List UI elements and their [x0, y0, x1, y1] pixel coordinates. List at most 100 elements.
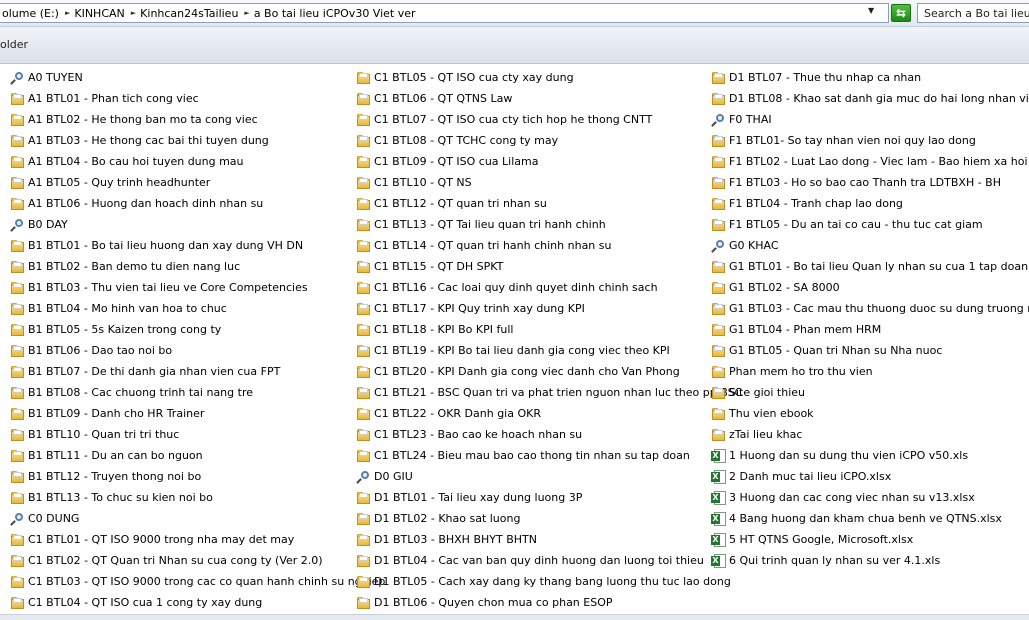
folder-item[interactable]: F1 BTL04 - Tranh chap lao dong: [711, 193, 1029, 214]
file-item[interactable]: X2 Danh muc tai lieu iCPO.xlsx: [711, 466, 1029, 487]
folder-icon: [10, 449, 26, 463]
file-item[interactable]: X6 Qui trinh quan ly nhan su ver 4.1.xls: [711, 550, 1029, 571]
folder-item[interactable]: C1 BTL05 - QT ISO cua cty xay dung: [356, 67, 711, 88]
folder-item[interactable]: G1 BTL03 - Cac mau thu thuong duoc su du…: [711, 298, 1029, 319]
breadcrumb-separator-icon[interactable]: ►: [63, 9, 72, 17]
file-item[interactable]: X3 Huong dan cac cong viec nhan su v13.x…: [711, 487, 1029, 508]
folder-item[interactable]: C1 BTL02 - QT Quan tri Nhan su cua cong …: [10, 550, 365, 571]
breadcrumb-separator-icon[interactable]: ►: [242, 9, 251, 17]
folder-item[interactable]: D1 BTL05 - Cach xay dang ky thang bang l…: [356, 571, 731, 592]
folder-item[interactable]: C1 BTL21 - BSC Quan tri va phat trien ng…: [356, 382, 742, 403]
folder-item[interactable]: F1 BTL02 - Luat Lao dong - Viec lam - Ba…: [711, 151, 1029, 172]
folder-item[interactable]: B1 BTL06 - Dao tao noi bo: [10, 340, 365, 361]
folder-item[interactable]: B1 BTL01 - Bo tai lieu huong dan xay dun…: [10, 235, 365, 256]
breadcrumb-current-folder[interactable]: a Bo tai lieu iCPOv30 Viet ver: [252, 7, 420, 20]
folder-item[interactable]: B1 BTL07 - De thi danh gia nhan vien cua…: [10, 361, 365, 382]
folder-item[interactable]: D1 BTL08 - Khao sat danh gia muc do hai …: [711, 88, 1029, 109]
folder-item[interactable]: D1 BTL06 - Quyen chon mua co phan ESOP: [356, 592, 711, 613]
item-label: C1 BTL10 - QT NS: [374, 176, 472, 189]
folder-item[interactable]: C1 BTL04 - QT ISO cua 1 cong ty xay dung: [10, 592, 365, 613]
folder-item[interactable]: C1 BTL03 - QT ISO 9000 trong cac co quan…: [10, 571, 385, 592]
folder-item[interactable]: B1 BTL10 - Quan tri tri thuc: [10, 424, 365, 445]
folder-item[interactable]: A1 BTL01 - Phan tich cong viec: [10, 88, 365, 109]
folder-item[interactable]: G1 BTL01 - Bo tai lieu Quan ly nhan su c…: [711, 256, 1029, 277]
folder-item[interactable]: A1 BTL04 - Bo cau hoi tuyen dung mau: [10, 151, 365, 172]
folder-item[interactable]: C1 BTL18 - KPI Bo KPI full: [356, 319, 711, 340]
folder-item[interactable]: B1 BTL09 - Danh cho HR Trainer: [10, 403, 365, 424]
folder-item[interactable]: F1 BTL05 - Du an tai co cau - thu tuc ca…: [711, 214, 1029, 235]
refresh-button[interactable]: ⇆: [891, 4, 911, 22]
folder-item[interactable]: A1 BTL03 - He thong cac bai thi tuyen du…: [10, 130, 365, 151]
folder-item[interactable]: D1 BTL01 - Tai lieu xay dung luong 3P: [356, 487, 711, 508]
file-item[interactable]: X5 HT QTNS Google, Microsoft.xlsx: [711, 529, 1029, 550]
folder-item[interactable]: C1 BTL06 - QT QTNS Law: [356, 88, 711, 109]
folder-item[interactable]: C0 DUNG: [10, 508, 365, 529]
folder-item[interactable]: C1 BTL22 - OKR Danh gia OKR: [356, 403, 711, 424]
folder-item[interactable]: G1 BTL04 - Phan mem HRM: [711, 319, 1029, 340]
folder-item[interactable]: B1 BTL05 - 5s Kaizen trong cong ty: [10, 319, 365, 340]
folder-item[interactable]: C1 BTL12 - QT quan tri nhan su: [356, 193, 711, 214]
folder-item[interactable]: C1 BTL14 - QT quan tri hanh chinh nhan s…: [356, 235, 711, 256]
folder-item[interactable]: C1 BTL01 - QT ISO 9000 trong nha may det…: [10, 529, 365, 550]
folder-item[interactable]: D1 BTL07 - Thue thu nhap ca nhan: [711, 67, 1029, 88]
folder-item[interactable]: B0 DAY: [10, 214, 365, 235]
folder-item[interactable]: C1 BTL09 - QT ISO cua Lilama: [356, 151, 711, 172]
folder-item[interactable]: C1 BTL13 - QT Tai lieu quan tri hanh chi…: [356, 214, 711, 235]
folder-item[interactable]: F0 THAI: [711, 109, 1029, 130]
item-label: C1 BTL08 - QT TCHC cong ty may: [374, 134, 559, 147]
item-label: A1 BTL02 - He thong ban mo ta cong viec: [28, 113, 258, 126]
folder-item[interactable]: B1 BTL11 - Du an can bo nguon: [10, 445, 365, 466]
breadcrumb[interactable]: olume (E:) ► KINHCAN ► Kinhcan24sTailieu…: [0, 3, 889, 23]
folder-item[interactable]: C1 BTL17 - KPI Quy trinh xay dung KPI: [356, 298, 711, 319]
file-item[interactable]: X1 Huong dan su dung thu vien iCPO v50.x…: [711, 445, 1029, 466]
folder-item[interactable]: D1 BTL03 - BHXH BHYT BHTN: [356, 529, 711, 550]
folder-item[interactable]: Thu vien ebook: [711, 403, 1029, 424]
folder-item[interactable]: D0 GIU: [356, 466, 711, 487]
folder-item[interactable]: A1 BTL06 - Huong dan hoach dinh nhan su: [10, 193, 365, 214]
item-label: 4 Bang huong dan kham chua benh ve QTNS.…: [729, 512, 1002, 525]
folder-item[interactable]: C1 BTL15 - QT DH SPKT: [356, 256, 711, 277]
folder-item[interactable]: B1 BTL02 - Ban demo tu dien nang luc: [10, 256, 365, 277]
folder-item[interactable]: D1 BTL04 - Cac van ban quy dinh huong da…: [356, 550, 711, 571]
folder-item[interactable]: C1 BTL07 - QT ISO cua cty tich hop he th…: [356, 109, 711, 130]
folder-item[interactable]: Phan mem ho tro thu vien: [711, 361, 1029, 382]
folder-item[interactable]: C1 BTL23 - Bao cao ke hoach nhan su: [356, 424, 711, 445]
search-input[interactable]: Search a Bo tai lieu iCPO: [917, 3, 1029, 23]
folder-item[interactable]: C1 BTL16 - Cac loai quy dinh quyet dinh …: [356, 277, 711, 298]
folder-item[interactable]: C1 BTL20 - KPI Danh gia cong viec danh c…: [356, 361, 711, 382]
folder-item[interactable]: C1 BTL24 - Bieu mau bao cao thong tin nh…: [356, 445, 711, 466]
folder-item[interactable]: F1 BTL03 - Ho so bao cao Thanh tra LDTBX…: [711, 172, 1029, 193]
new-folder-button[interactable]: older: [0, 38, 28, 51]
breadcrumb-drive[interactable]: olume (E:): [0, 7, 63, 20]
folder-item[interactable]: C1 BTL08 - QT TCHC cong ty may: [356, 130, 711, 151]
folder-item[interactable]: B1 BTL08 - Cac chuong trinh tai nang tre: [10, 382, 365, 403]
folder-item[interactable]: A1 BTL02 - He thong ban mo ta cong viec: [10, 109, 365, 130]
breadcrumb-separator-icon[interactable]: ►: [129, 9, 138, 17]
folder-item[interactable]: B1 BTL04 - Mo hinh van hoa to chuc: [10, 298, 365, 319]
folder-icon: [356, 428, 372, 442]
folder-item[interactable]: B1 BTL13 - To chuc su kien noi bo: [10, 487, 365, 508]
folder-item[interactable]: C1 BTL10 - QT NS: [356, 172, 711, 193]
breadcrumb-kinhcan[interactable]: KINHCAN: [72, 7, 128, 20]
folder-item[interactable]: zTai lieu khac: [711, 424, 1029, 445]
item-label: B1 BTL05 - 5s Kaizen trong cong ty: [28, 323, 222, 336]
folder-item[interactable]: C1 BTL19 - KPI Bo tai lieu danh gia cong…: [356, 340, 711, 361]
folder-item[interactable]: B1 BTL12 - Truyen thong noi bo: [10, 466, 365, 487]
folder-item[interactable]: D1 BTL02 - Khao sat luong: [356, 508, 711, 529]
folder-item[interactable]: B1 BTL03 - Thu vien tai lieu ve Core Com…: [10, 277, 365, 298]
folder-item[interactable]: G1 BTL05 - Quan tri Nhan su Nha nuoc: [711, 340, 1029, 361]
folder-item[interactable]: F1 BTL01- So tay nhan vien noi quy lao d…: [711, 130, 1029, 151]
breadcrumb-kinhcan24stailieu[interactable]: Kinhcan24sTailieu: [138, 7, 242, 20]
horizontal-scrollbar[interactable]: [0, 614, 1029, 620]
item-label: C1 BTL13 - QT Tai lieu quan tri hanh chi…: [374, 218, 606, 231]
folder-item[interactable]: A0 TUYEN: [10, 67, 365, 88]
folder-item[interactable]: G0 KHAC: [711, 235, 1029, 256]
file-item[interactable]: X4 Bang huong dan kham chua benh ve QTNS…: [711, 508, 1029, 529]
folder-icon: [10, 470, 26, 484]
folder-item[interactable]: Site gioi thieu: [711, 382, 1029, 403]
address-history-dropdown-icon[interactable]: ▼: [868, 6, 874, 15]
item-label: D1 BTL07 - Thue thu nhap ca nhan: [729, 71, 922, 84]
folder-item[interactable]: A1 BTL05 - Quy trinh headhunter: [10, 172, 365, 193]
item-label: Phan mem ho tro thu vien: [729, 365, 873, 378]
folder-item[interactable]: G1 BTL02 - SA 8000: [711, 277, 1029, 298]
